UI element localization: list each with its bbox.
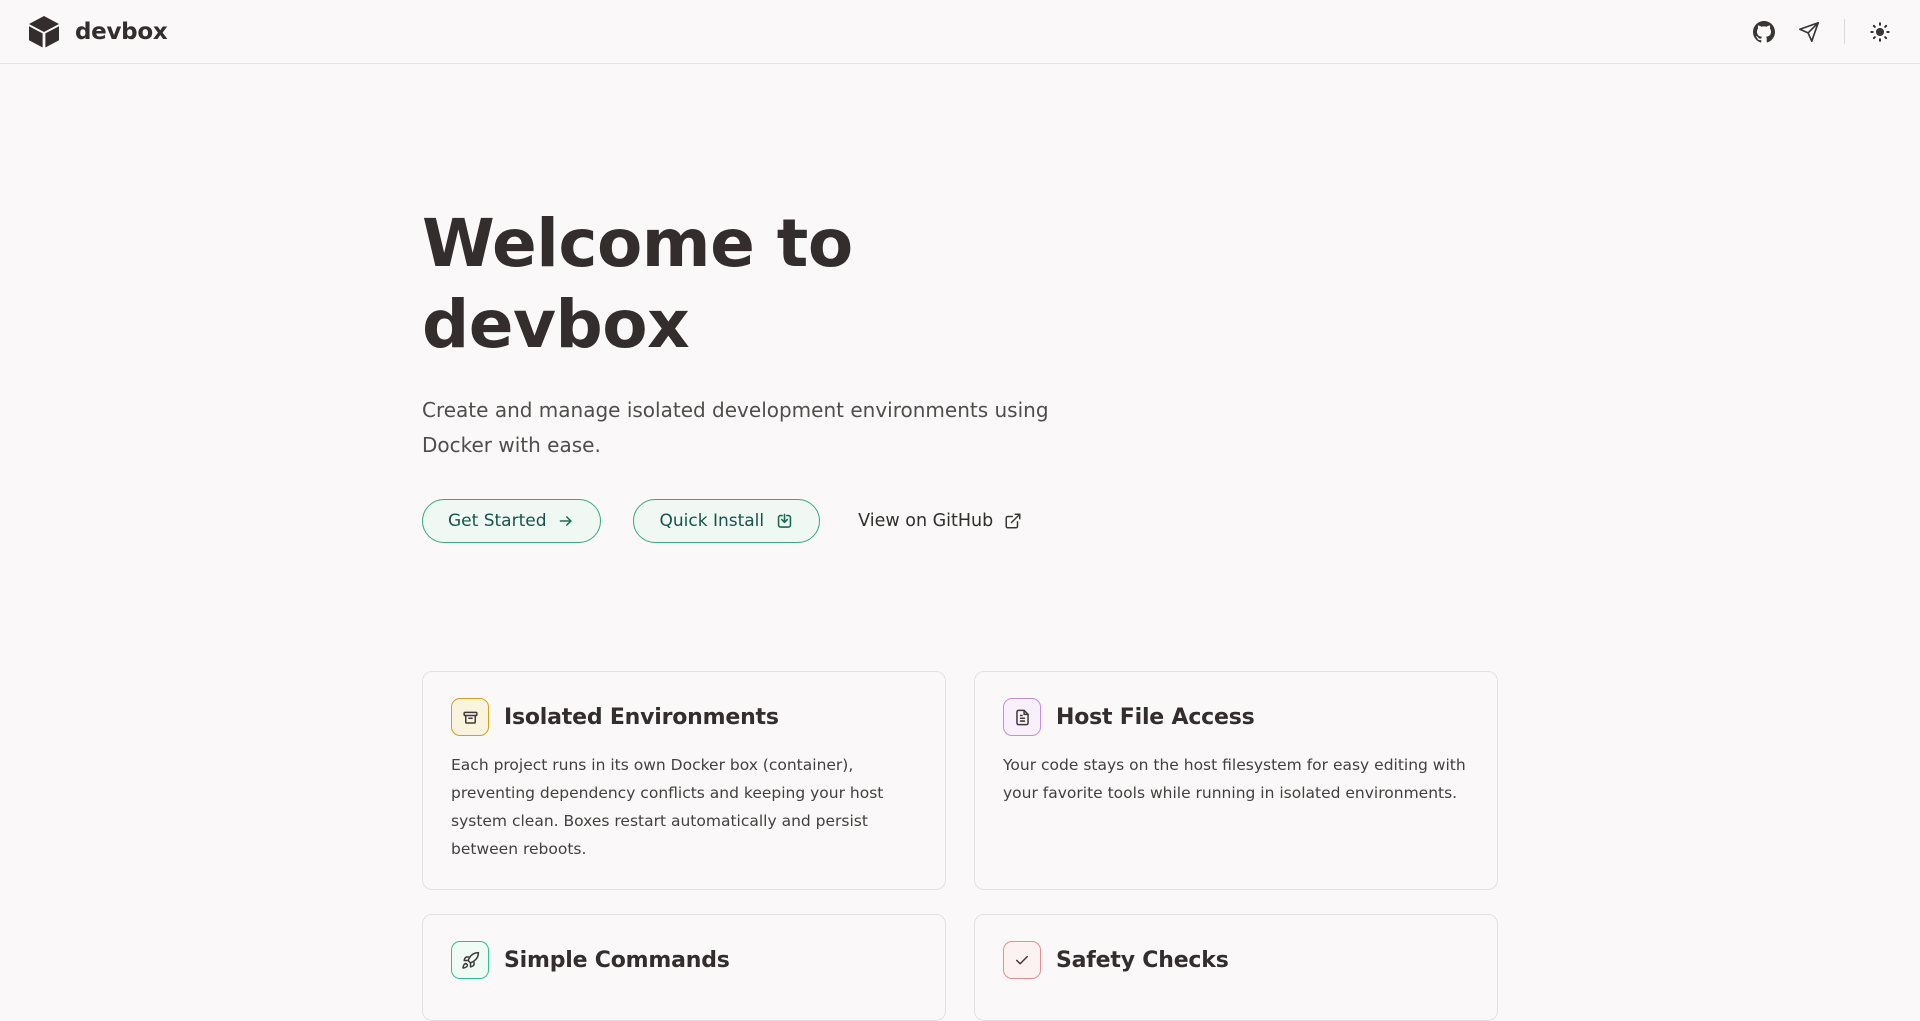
box-icon — [451, 698, 489, 737]
github-icon[interactable] — [1752, 20, 1776, 44]
feature-title: Isolated Environments — [504, 704, 779, 730]
telegram-icon[interactable] — [1797, 20, 1821, 44]
view-on-github-label: View on GitHub — [858, 511, 994, 532]
quick-install-label: Quick Install — [659, 511, 765, 532]
file-text-icon — [1003, 698, 1041, 737]
brand[interactable]: devbox — [26, 14, 168, 50]
feature-body: Each project runs in its own Docker box … — [451, 756, 884, 859]
feature-card-simple-commands: Simple Commands — [422, 914, 946, 1021]
devbox-cube-logo-icon — [26, 14, 62, 50]
features-grid: Isolated Environments Each project runs … — [422, 671, 1498, 1021]
get-started-button[interactable]: Get Started — [422, 499, 602, 544]
nav-actions — [1752, 19, 1892, 44]
main-content: Welcome to devbox Create and manage isol… — [422, 64, 1498, 1021]
hero-section: Welcome to devbox Create and manage isol… — [422, 64, 1498, 544]
card-head: Host File Access — [1003, 698, 1469, 737]
feature-title: Simple Commands — [504, 947, 730, 973]
check-icon — [1003, 941, 1041, 980]
feature-card-safety-checks: Safety Checks — [974, 914, 1498, 1021]
page-title: Welcome to devbox — [422, 205, 853, 363]
feature-body: Your code stays on the host filesystem f… — [1003, 756, 1466, 803]
feature-title: Host File Access — [1056, 704, 1255, 730]
hero-subtitle: Create and manage isolated development e… — [422, 398, 1049, 458]
arrow-right-icon — [557, 512, 575, 530]
top-navigation: devbox — [0, 0, 1920, 64]
external-link-icon — [1004, 512, 1022, 530]
feature-card-host-file-access: Host File Access Your code stays on the … — [974, 671, 1498, 891]
rocket-icon — [451, 941, 489, 980]
theme-toggle-sun-icon[interactable] — [1868, 20, 1892, 44]
card-head: Isolated Environments — [451, 698, 917, 737]
hero-actions: Get Started Quick Install View on GitHub — [422, 499, 1498, 544]
feature-card-isolated-environments: Isolated Environments Each project runs … — [422, 671, 946, 891]
card-head: Simple Commands — [451, 941, 917, 980]
feature-title: Safety Checks — [1056, 947, 1229, 973]
nav-divider — [1844, 19, 1845, 44]
card-head: Safety Checks — [1003, 941, 1469, 980]
get-started-label: Get Started — [448, 511, 547, 532]
quick-install-button[interactable]: Quick Install — [633, 499, 821, 544]
view-on-github-link[interactable]: View on GitHub — [858, 511, 1022, 531]
download-box-icon — [775, 512, 794, 531]
brand-name: devbox — [75, 18, 168, 45]
